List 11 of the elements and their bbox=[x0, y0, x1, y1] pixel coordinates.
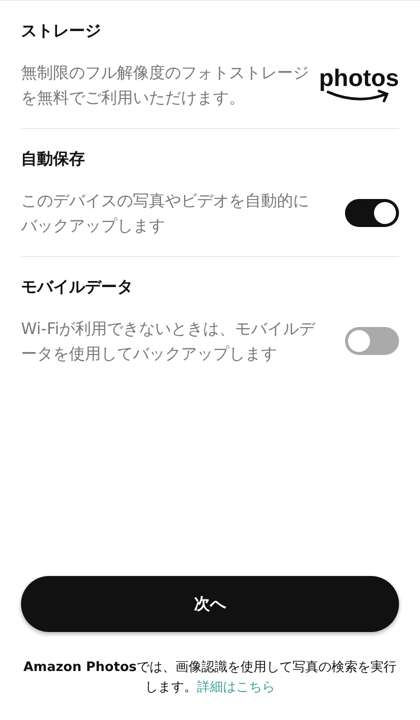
section-heading: モバイルデータ bbox=[21, 277, 134, 298]
section-heading: ストレージ bbox=[21, 21, 102, 42]
section-heading: 自動保存 bbox=[21, 149, 86, 170]
setting-description: 無制限のフル解像度のフォトストレージを無料でご利用いただけます。 bbox=[21, 62, 310, 109]
toggle-switch[interactable] bbox=[345, 199, 399, 227]
footer-note: Amazon Photosでは、画像認識を使用して写真の検索を実行します。詳細はこちら bbox=[22, 659, 398, 697]
setting-description: Wi-Fiが利用できないときは、モバイルデータを使用してバックアップします bbox=[21, 318, 316, 365]
next-button[interactable]: 次へ bbox=[21, 576, 399, 632]
photos-logo: photos bbox=[319, 67, 399, 103]
setting-description: このデバイスの写真やビデオを自動的にバックアップします bbox=[21, 190, 310, 237]
toggle-switch[interactable] bbox=[345, 327, 399, 355]
